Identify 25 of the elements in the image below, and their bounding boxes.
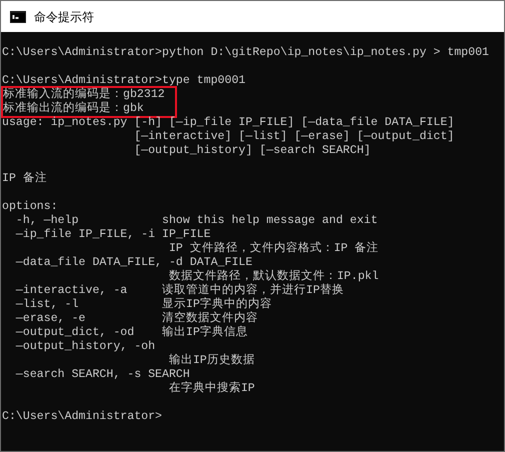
console-line: —data_file DATA_FILE, -d DATA_FILE	[14, 256, 252, 270]
console-line: C:\Users\Administrator>	[2, 410, 162, 424]
console-line: C:\Users\Administrator>type tmp0001	[2, 74, 246, 87]
console-line: IP 文件路径，文件内容格式：IP 备注	[168, 242, 379, 256]
console-line: —interactive, -a 读取管道中的内容，并进行IP替换	[14, 284, 344, 297]
console-line: -h, —help show this help message and exit	[14, 214, 378, 228]
console-line: 在字典中搜索IP	[168, 382, 255, 396]
console-line: 标准输出流的编码是：gbk	[3, 102, 144, 116]
window-title: 命令提示符	[34, 8, 94, 26]
console-line: —search SEARCH, -s SEARCH	[14, 368, 190, 381]
console-line: C:\Users\Administrator>python D:\gitRepo\ip_notes\ip_notes.py > tmp001	[2, 46, 490, 60]
console-line: [—output_history] [—search SEARCH]	[133, 144, 371, 158]
console-line: 标准输入流的编码是：gb2312	[3, 88, 165, 101]
console-line: —erase, -e 清空数据文件内容	[14, 312, 258, 325]
console-line: —output_dict, -od 输出IP字典信息	[14, 326, 248, 340]
console-line: usage: ip_notes.py [-h] [—ip_file IP_FILE] [—data_file DATA_FILE]	[2, 116, 454, 130]
console-line: options:	[2, 200, 58, 214]
console-line: —list, -l 显示IP字典中的内容	[14, 298, 272, 311]
console-line: 输出IP历史数据	[168, 354, 255, 368]
console-line: —ip_file IP_FILE, -i IP_FILE	[14, 228, 211, 242]
console-line: IP 备注	[2, 172, 47, 186]
console-line: —output_history, -oh	[14, 340, 156, 354]
console-line: [—interactive] [—list] [—erase] [—output_dict]	[133, 130, 454, 144]
terminal-icon	[10, 10, 26, 22]
console-line: 数据文件路径，默认数据文件：IP.pkl	[168, 270, 379, 283]
